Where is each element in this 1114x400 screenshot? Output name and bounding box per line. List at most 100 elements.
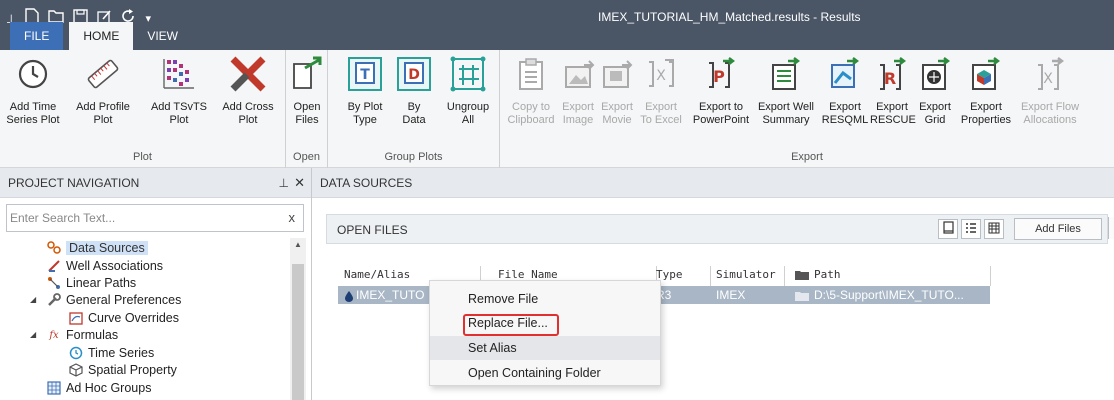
- open-files-icon: [291, 56, 323, 96]
- group-label-open: Open: [293, 151, 320, 163]
- column-separator: [710, 266, 711, 286]
- tree-item-general-preferences[interactable]: General Preferences: [46, 292, 181, 308]
- linear-path-icon: [46, 276, 62, 290]
- list-view-button[interactable]: [961, 219, 981, 239]
- tree-item-ad-hoc-groups[interactable]: Ad Hoc Groups: [46, 380, 151, 396]
- svg-text:P: P: [713, 67, 725, 86]
- export-grid-button[interactable]: Export Grid: [916, 56, 954, 127]
- column-separator: [784, 266, 785, 286]
- column-header-path[interactable]: Path: [814, 264, 841, 286]
- export-flow-allocations-button[interactable]: X Export Flow Allocations: [1018, 56, 1082, 127]
- expand-general-preferences-icon[interactable]: ◢: [30, 295, 36, 304]
- menu-item-replace-file[interactable]: Replace File...: [430, 311, 660, 336]
- tab-file[interactable]: FILE: [10, 22, 64, 50]
- close-icon[interactable]: ✕: [294, 168, 305, 198]
- single-view-button[interactable]: [938, 219, 958, 239]
- cell-simulator: IMEX: [716, 288, 746, 302]
- scrollbar-thumb[interactable]: [292, 264, 304, 400]
- excel-icon: X: [645, 58, 677, 94]
- export-movie-button[interactable]: Export Movie: [598, 56, 636, 127]
- tree-item-spatial-property[interactable]: Spatial Property: [68, 362, 177, 378]
- formula-icon: fx: [49, 329, 59, 341]
- menu-item-set-alias[interactable]: Set Alias: [430, 336, 660, 360]
- grid-icon: [920, 57, 952, 95]
- cube-icon: [68, 363, 84, 377]
- resqml-icon: [829, 57, 861, 95]
- group-label-plot: Plot: [133, 151, 152, 163]
- cell-path: D:\5-Support\IMEX_TUTO...: [814, 288, 964, 302]
- window-title: IMEX_TUTORIAL_HM_Matched.results - Resul…: [598, 10, 861, 24]
- export-image-button[interactable]: Export Image: [560, 56, 596, 127]
- export-to-powerpoint-button[interactable]: P Export to PowerPoint: [690, 56, 752, 127]
- scroll-up-icon[interactable]: ▲: [294, 240, 302, 249]
- group-label-export: Export: [791, 151, 823, 163]
- open-files-button[interactable]: Open Files: [288, 56, 326, 127]
- ungroup-icon: [449, 55, 487, 97]
- add-cross-plot-button[interactable]: Add Cross Plot: [214, 56, 282, 127]
- search-placeholder: Enter Search Text...: [10, 211, 116, 225]
- export-resqml-button[interactable]: Export RESQML: [820, 56, 870, 127]
- group-icon: [46, 381, 62, 395]
- pin-icon[interactable]: ⊥: [279, 168, 289, 198]
- column-header-name[interactable]: Name/Alias: [344, 264, 410, 286]
- movie-icon: [602, 59, 634, 93]
- group-by-type-icon: T: [346, 55, 384, 97]
- tree-item-formulas[interactable]: fx Formulas: [46, 327, 118, 343]
- tree-item-data-sources[interactable]: Data Sources: [46, 240, 148, 256]
- clipboard-icon: [517, 57, 545, 95]
- export-well-summary-button[interactable]: Export Well Summary: [756, 56, 816, 127]
- project-navigation-header: PROJECT NAVIGATION ⊥ ✕: [0, 168, 311, 198]
- copy-to-clipboard-button[interactable]: Copy to Clipboard: [504, 56, 558, 127]
- secondary-toolbar-button[interactable]: [1108, 217, 1114, 239]
- tree-scrollbar[interactable]: ▲: [290, 238, 306, 400]
- details-view-button[interactable]: [984, 219, 1004, 239]
- path-folder-icon: [794, 286, 810, 304]
- tree-item-time-series[interactable]: Time Series: [68, 345, 154, 361]
- panel-title: PROJECT NAVIGATION: [8, 176, 140, 190]
- clear-search-icon[interactable]: x: [289, 210, 296, 225]
- ribbon-group-export: Copy to Clipboard Export Image Export Mo…: [500, 50, 1114, 168]
- add-time-series-plot-button[interactable]: Add Time Series Plot: [0, 56, 66, 127]
- tree-item-well-associations[interactable]: Well Associations: [46, 258, 163, 274]
- curve-overrides-icon: [68, 311, 84, 325]
- ungroup-all-button[interactable]: Ungroup All: [442, 56, 494, 127]
- wrench-icon: [46, 293, 62, 307]
- tree-item-curve-overrides[interactable]: Curve Overrides: [68, 310, 179, 326]
- details-view-icon: [988, 222, 1000, 237]
- cross-plot-icon: [229, 55, 267, 97]
- group-by-plot-type-button[interactable]: T By Plot Type: [342, 56, 388, 127]
- ribbon-group-plot: Add Time Series Plot Add Profile Plot Ad…: [0, 50, 286, 168]
- project-navigation-panel: PROJECT NAVIGATION ⊥ ✕ Enter Search Text…: [0, 168, 312, 400]
- svg-text:R: R: [884, 69, 896, 88]
- search-input[interactable]: Enter Search Text... x: [6, 204, 304, 232]
- well-icon: [46, 259, 62, 273]
- file-drop-icon: [344, 286, 354, 304]
- group-by-data-button[interactable]: D By Data: [392, 56, 436, 127]
- data-sources-icon: [46, 241, 62, 255]
- add-profile-plot-button[interactable]: Add Profile Plot: [68, 56, 138, 127]
- document-view-icon: [942, 221, 954, 237]
- export-to-excel-button[interactable]: X Export To Excel: [638, 56, 684, 127]
- export-properties-button[interactable]: Export Properties: [956, 56, 1016, 127]
- folder-icon: [794, 264, 810, 286]
- tree-item-linear-paths[interactable]: Linear Paths: [46, 275, 136, 291]
- add-files-button[interactable]: Add Files: [1014, 218, 1102, 240]
- powerpoint-icon: P: [705, 57, 737, 95]
- tab-home[interactable]: HOME: [69, 22, 134, 50]
- menu-item-open-containing-folder[interactable]: Open Containing Folder: [430, 361, 660, 385]
- well-summary-icon: [770, 57, 802, 95]
- menu-item-remove-file[interactable]: Remove File: [430, 287, 660, 311]
- ribbon-tabs: FILE HOME VIEW: [0, 22, 192, 50]
- group-by-data-icon: D: [395, 55, 433, 97]
- column-header-simulator[interactable]: Simulator: [716, 264, 776, 286]
- export-rescue-button[interactable]: R Export RESCUE: [870, 56, 916, 127]
- ribbon: Add Time Series Plot Add Profile Plot Ad…: [0, 50, 1114, 168]
- rescue-icon: R: [876, 57, 908, 95]
- tab-view[interactable]: VIEW: [133, 22, 192, 50]
- cell-name: IMEX_TUTO: [356, 288, 425, 302]
- expand-formulas-icon[interactable]: ◢: [30, 330, 36, 339]
- ribbon-group-group-plots: T By Plot Type D By Data Ungroup All Gro…: [328, 50, 500, 168]
- add-tsvts-plot-button[interactable]: Add TSvTS Plot: [146, 56, 212, 127]
- svg-text:D: D: [408, 67, 420, 83]
- data-sources-header: DATA SOURCES: [312, 168, 1114, 198]
